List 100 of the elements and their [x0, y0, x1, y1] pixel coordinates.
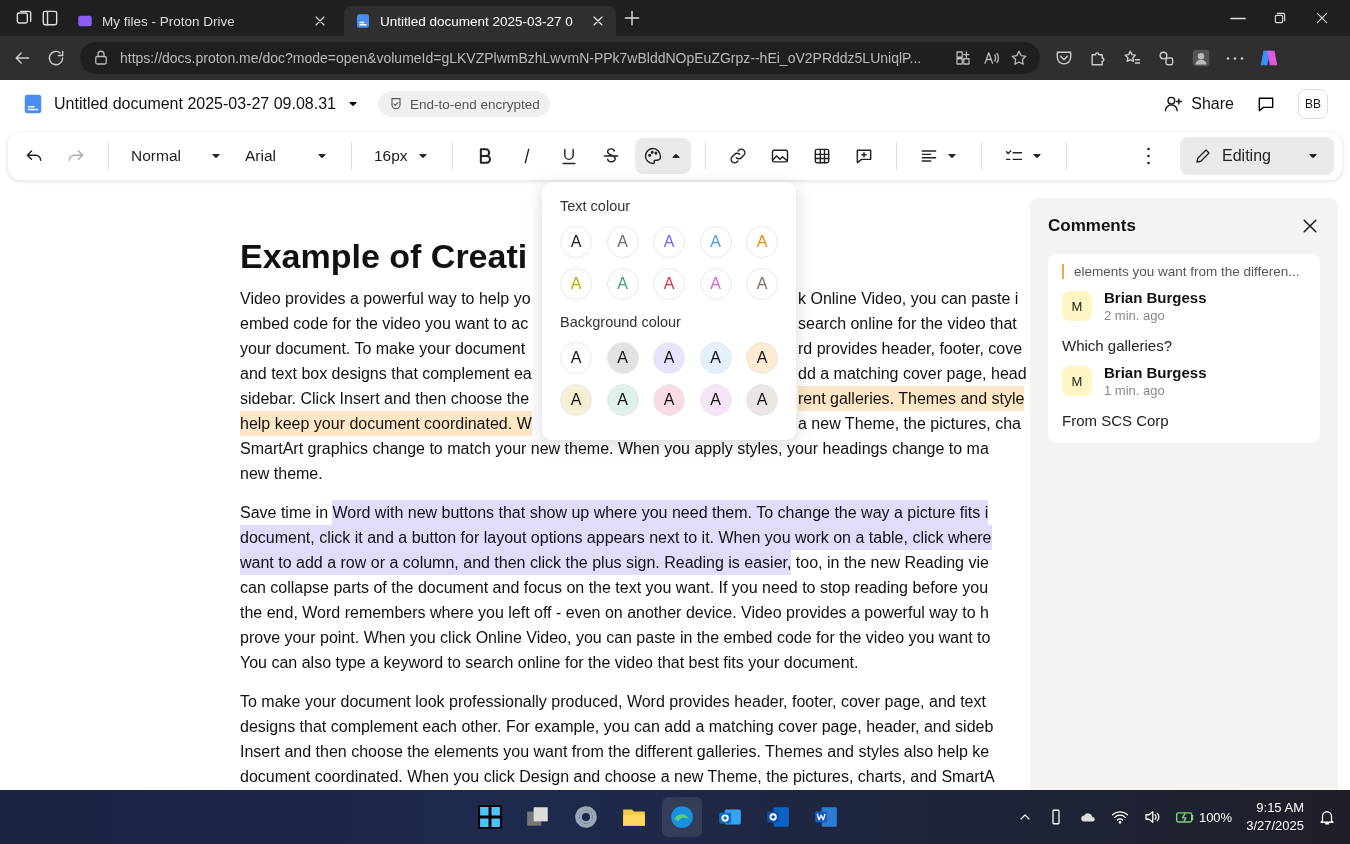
comment-author: Brian Burgess — [1104, 364, 1207, 381]
text-colour-swatch[interactable]: A — [606, 226, 639, 258]
address-bar[interactable]: https://docs.proton.me/doc?mode=open&volumeId=gLKVZPlwmBzhLwvmN-PPk7wBlddNOpEuZGrpz--hEi_oV2PRddz5LUniqlP... — [80, 42, 1040, 74]
clock-time: 9:15 AM — [1255, 799, 1304, 817]
commenter-avatar: M — [1062, 291, 1092, 321]
restore-icon — [1272, 10, 1288, 26]
user-avatar[interactable]: BB — [1298, 89, 1328, 119]
background-colour-swatch[interactable]: A — [606, 384, 639, 416]
font-dropdown[interactable]: Arial — [237, 138, 337, 174]
lock-icon — [92, 49, 110, 67]
quoted-text: elements you want from the differen... — [1062, 264, 1306, 279]
comment-text: From SCS Corp — [1062, 412, 1170, 429]
editing-mode-dropdown[interactable]: Editing — [1180, 137, 1334, 175]
body-text: your document. To make your document — [240, 339, 526, 359]
body-text: prove your point. When you click Online Video, you can paste in the embed code for the video you want to — [240, 628, 991, 648]
background-colour-swatch[interactable]: A — [560, 384, 592, 416]
body-text: the end, Word remembers where you left off - even on another device. Video provides a powerful way to h — [240, 603, 989, 623]
clock-date: 3/27/2025 — [1246, 817, 1304, 835]
link-icon — [728, 146, 748, 166]
body-text: dd a matching cover page, head — [798, 364, 1027, 384]
comment-text: Which galleries? — [1062, 337, 1174, 354]
refresh-icon — [46, 48, 66, 68]
background-colour-swatch[interactable]: A — [606, 342, 639, 374]
document-icon — [22, 93, 44, 115]
text-colour-swatch[interactable]: A — [746, 268, 778, 300]
comment-plus-icon — [854, 146, 874, 166]
text-colour-swatch[interactable]: A — [653, 226, 685, 258]
body-text: Insert and then choose the elements you want from the different galleries. Themes and styles also help ke — [240, 742, 990, 762]
body-text: SmartArt graphics change to match your new theme. When you apply styles, your headings change to ma — [240, 439, 989, 459]
image-icon — [770, 146, 790, 166]
highlighted-text: document, click it and a button for layout options appears next to it. When you work on a table, click where — [240, 525, 992, 550]
speaker-icon — [1142, 808, 1161, 826]
body-text: Save time in — [240, 503, 330, 523]
document-app-icon — [813, 804, 839, 830]
comment-time: 2 min. ago — [1104, 308, 1166, 323]
background-colour-swatch[interactable]: A — [699, 342, 732, 374]
shield-lock-icon — [388, 96, 404, 112]
taskbar-app[interactable] — [662, 797, 702, 837]
pencil-icon — [1194, 147, 1212, 165]
body-text: can collapse parts of the document and focus on the text you want. If you need to stop reading before you — [240, 578, 989, 598]
comment-time: 1 min. ago — [1104, 383, 1166, 398]
body-text: embed code for the video you want to ac — [240, 314, 529, 334]
notification-bell-icon — [1318, 808, 1336, 826]
menu-section-title: Background colour — [560, 313, 682, 332]
collections-icon — [1156, 48, 1176, 68]
badge-label: End-to-end encrypted — [410, 96, 540, 112]
add-person-icon — [1163, 94, 1184, 114]
background-colour-swatch[interactable]: A — [746, 342, 778, 374]
body-text: new theme. — [240, 464, 323, 484]
panel-title: Comments — [1048, 216, 1136, 236]
body-text: designs that complement each other. For example, you can add a matching cover page, header, and sideb — [240, 717, 994, 737]
background-colour-swatch[interactable]: A — [653, 342, 685, 374]
table-icon — [812, 146, 832, 166]
comment-author: Brian Burgess — [1104, 289, 1207, 306]
grid-plus-icon — [954, 49, 972, 67]
star-icon — [1010, 49, 1028, 67]
more-icon — [1226, 56, 1244, 60]
browser-tab[interactable]: Untitled document 2025-03-27 0 — [344, 6, 616, 36]
mail-icon — [765, 804, 791, 830]
palette-icon — [643, 146, 663, 166]
font-size-dropdown[interactable]: 16px — [366, 138, 438, 174]
document-icon — [354, 12, 372, 30]
body-text: a new Theme, the pictures, cha — [798, 414, 1021, 434]
style-dropdown[interactable]: Normal — [123, 138, 231, 174]
wifi-icon — [1110, 808, 1129, 826]
body-text: document coordinated. When you click Design and choose a new Theme, the pictures, charts, and SmartA — [240, 767, 995, 787]
text-colour-swatch[interactable]: A — [560, 226, 592, 258]
minimize-icon — [1230, 16, 1246, 20]
share-button[interactable]: Share — [1163, 94, 1234, 114]
body-text: k Online Video, you can paste i — [798, 289, 1019, 309]
more-vertical-icon — [1146, 147, 1150, 165]
background-colour-swatch[interactable]: A — [560, 342, 592, 374]
tab-actions-icon — [40, 8, 60, 28]
document-heading: Example of Creati — [240, 236, 528, 277]
background-colour-swatch[interactable]: A — [699, 384, 732, 416]
windows-logo-icon — [477, 804, 503, 830]
document-title[interactable]: Untitled document 2025-03-27 09.08.31 — [54, 95, 336, 113]
close-icon — [1314, 10, 1330, 26]
highlighted-text: rent galleries. Themes and style — [798, 386, 1025, 411]
body-text: sidebar. Click Insert and then choose the — [240, 389, 530, 409]
background-colour-swatch[interactable]: A — [746, 384, 778, 416]
background-colour-swatch[interactable]: A — [653, 384, 685, 416]
text-colour-swatch[interactable]: A — [653, 268, 685, 300]
battery-level: 100% — [1198, 809, 1233, 825]
gear-icon — [573, 804, 599, 830]
commenter-avatar: M — [1062, 366, 1092, 396]
comment-icon — [1256, 94, 1276, 114]
comment-card[interactable]: elements you want from the differen... M Brian Burgess 2 min. ago Which galleries? M Brian Burgess 1 min. ago From SCS Corp — [1048, 254, 1320, 443]
body-text: search online for the video that — [798, 314, 1017, 334]
underline-icon — [559, 146, 579, 166]
read-aloud-icon — [982, 49, 1000, 67]
highlighted-text: want to add a row or a column, and then click the plus sign. Reading is easier, — [240, 550, 792, 575]
colour-button[interactable] — [635, 138, 691, 174]
body-text: Video provides a powerful way to help yo — [240, 289, 531, 309]
browser-tab[interactable]: My files - Proton Drive — [66, 6, 338, 36]
body-text: rd provides header, footer, cove — [798, 339, 1023, 359]
body-text: You can also type a keyword to search online for the video that best fits your document. — [240, 653, 859, 673]
menu-section-title: Text colour — [560, 197, 632, 216]
body-text: too, in the new Reading vie — [794, 553, 989, 573]
profile-icon — [1190, 47, 1212, 69]
